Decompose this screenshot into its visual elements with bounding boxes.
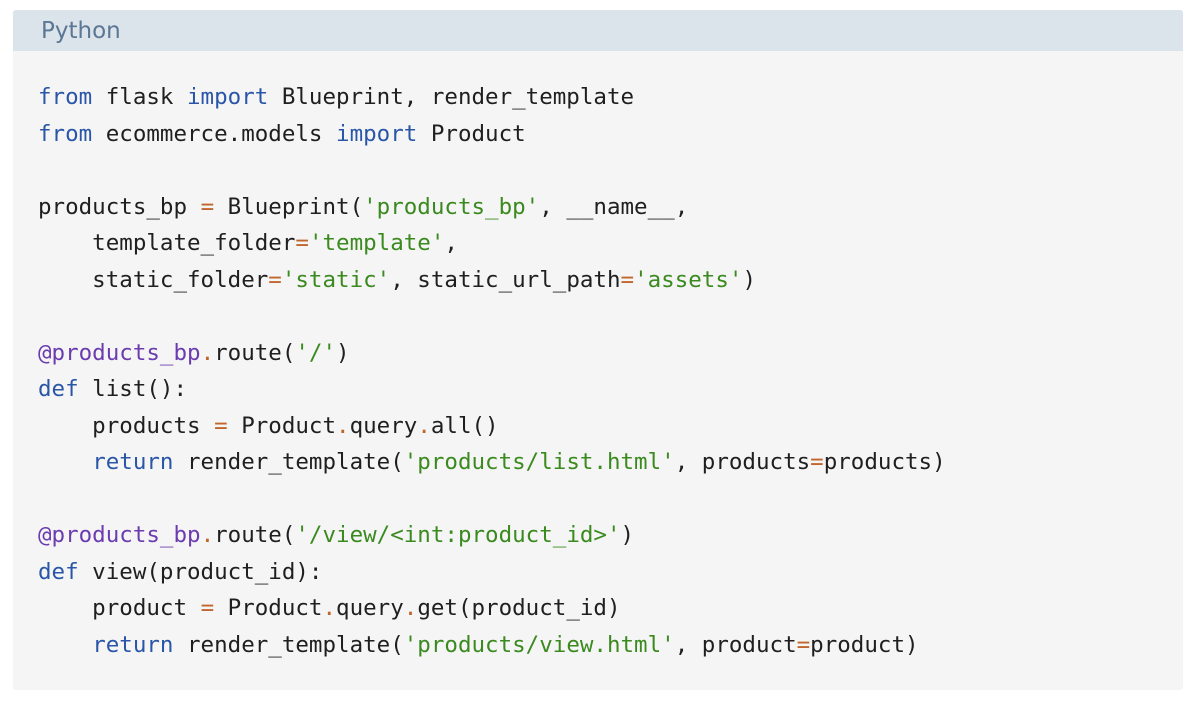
code-body[interactable]: from flask import Blueprint, render_temp… bbox=[13, 51, 1183, 663]
code-token: ) bbox=[336, 339, 350, 366]
code-line: product = Product.query.get(product_id) bbox=[38, 590, 1183, 627]
code-line: @products_bp.route('/') bbox=[38, 335, 1183, 372]
code-token: '/' bbox=[295, 339, 337, 366]
code-token: products bbox=[38, 412, 215, 439]
code-token: = bbox=[620, 266, 635, 293]
code-token: ecommerce.models bbox=[92, 120, 337, 147]
code-token: 'products/view.html' bbox=[403, 631, 675, 658]
code-token: Product bbox=[417, 120, 526, 147]
code-token: '/view/<int:product_id>' bbox=[295, 522, 621, 548]
code-line: return render_template('products/list.ht… bbox=[38, 444, 1183, 481]
code-token: Blueprint, render_template bbox=[268, 84, 635, 110]
code-line: static_folder='static', static_url_path=… bbox=[38, 262, 1183, 299]
code-token: = bbox=[200, 595, 215, 621]
code-token: list(): bbox=[78, 376, 188, 402]
code-token: products_bp bbox=[38, 193, 201, 220]
code-token: template_folder bbox=[38, 230, 296, 256]
code-line: from flask import Blueprint, render_temp… bbox=[38, 79, 1183, 116]
code-token: query bbox=[349, 412, 418, 439]
code-token: = bbox=[214, 412, 228, 439]
code-token: . bbox=[336, 412, 350, 439]
code-block-header: Python bbox=[13, 10, 1183, 51]
code-token: route( bbox=[214, 522, 296, 548]
code-token: , static_url_path bbox=[390, 266, 621, 293]
code-line: products_bp = Blueprint('products_bp', _… bbox=[38, 189, 1183, 226]
code-token: def bbox=[38, 376, 79, 402]
code-line: return render_template('products/view.ht… bbox=[38, 627, 1183, 664]
code-token: ) bbox=[620, 522, 635, 548]
code-token: 'products_bp' bbox=[363, 193, 540, 220]
code-block: Python from flask import Blueprint, rend… bbox=[13, 10, 1183, 690]
code-token: render_template( bbox=[173, 631, 404, 658]
code-token: import bbox=[187, 84, 269, 110]
code-token: product bbox=[38, 595, 201, 621]
code-token: Blueprint( bbox=[214, 193, 364, 220]
code-token: . bbox=[417, 412, 431, 439]
code-token: route( bbox=[214, 339, 296, 366]
code-token: = bbox=[295, 230, 309, 256]
code-token: , __name__, bbox=[539, 193, 689, 220]
code-token: . bbox=[200, 522, 215, 548]
code-token: static_folder bbox=[38, 266, 269, 293]
code-token: def bbox=[38, 558, 79, 585]
code-token: . bbox=[200, 339, 215, 366]
code-token: product) bbox=[810, 631, 919, 658]
code-token: view(product_id): bbox=[78, 558, 323, 585]
code-token: = bbox=[200, 193, 215, 220]
code-token: get(product_id) bbox=[417, 595, 621, 621]
code-line: from ecommerce.models import Product bbox=[38, 116, 1183, 153]
code-token: render_template( bbox=[173, 449, 404, 475]
code-token: from bbox=[38, 84, 93, 110]
code-token: from bbox=[38, 120, 93, 147]
code-token: . bbox=[403, 595, 418, 621]
code-token: , product bbox=[674, 631, 797, 658]
code-token: @products_bp bbox=[38, 339, 201, 366]
code-line: def list(): bbox=[38, 371, 1183, 408]
code-token: all() bbox=[430, 412, 499, 439]
code-token: import bbox=[336, 120, 418, 147]
code-line: @products_bp.route('/view/<int:product_i… bbox=[38, 517, 1183, 554]
code-token: return bbox=[92, 631, 174, 658]
code-token: Product bbox=[227, 412, 337, 439]
code-token: flask bbox=[92, 84, 188, 110]
code-token: 'assets' bbox=[634, 266, 743, 293]
code-token: products) bbox=[823, 449, 946, 475]
code-line: template_folder='template', bbox=[38, 225, 1183, 262]
code-token: , bbox=[444, 230, 458, 256]
code-token: ) bbox=[742, 266, 756, 293]
code-token: @products_bp bbox=[38, 522, 201, 548]
code-token: return bbox=[92, 449, 174, 475]
code-line: def view(product_id): bbox=[38, 554, 1183, 591]
code-token: query bbox=[336, 595, 404, 621]
code-token: = bbox=[810, 449, 824, 475]
code-token: . bbox=[322, 595, 337, 621]
code-token: = bbox=[268, 266, 282, 293]
code-token: 'template' bbox=[308, 230, 445, 256]
code-token: Product bbox=[214, 595, 323, 621]
code-token: 'static' bbox=[281, 266, 391, 293]
code-token: 'products/list.html' bbox=[403, 449, 675, 475]
code-token: = bbox=[796, 631, 811, 658]
code-token: , products bbox=[674, 449, 811, 475]
language-label: Python bbox=[41, 17, 121, 44]
code-line: products = Product.query.all() bbox=[38, 408, 1183, 445]
